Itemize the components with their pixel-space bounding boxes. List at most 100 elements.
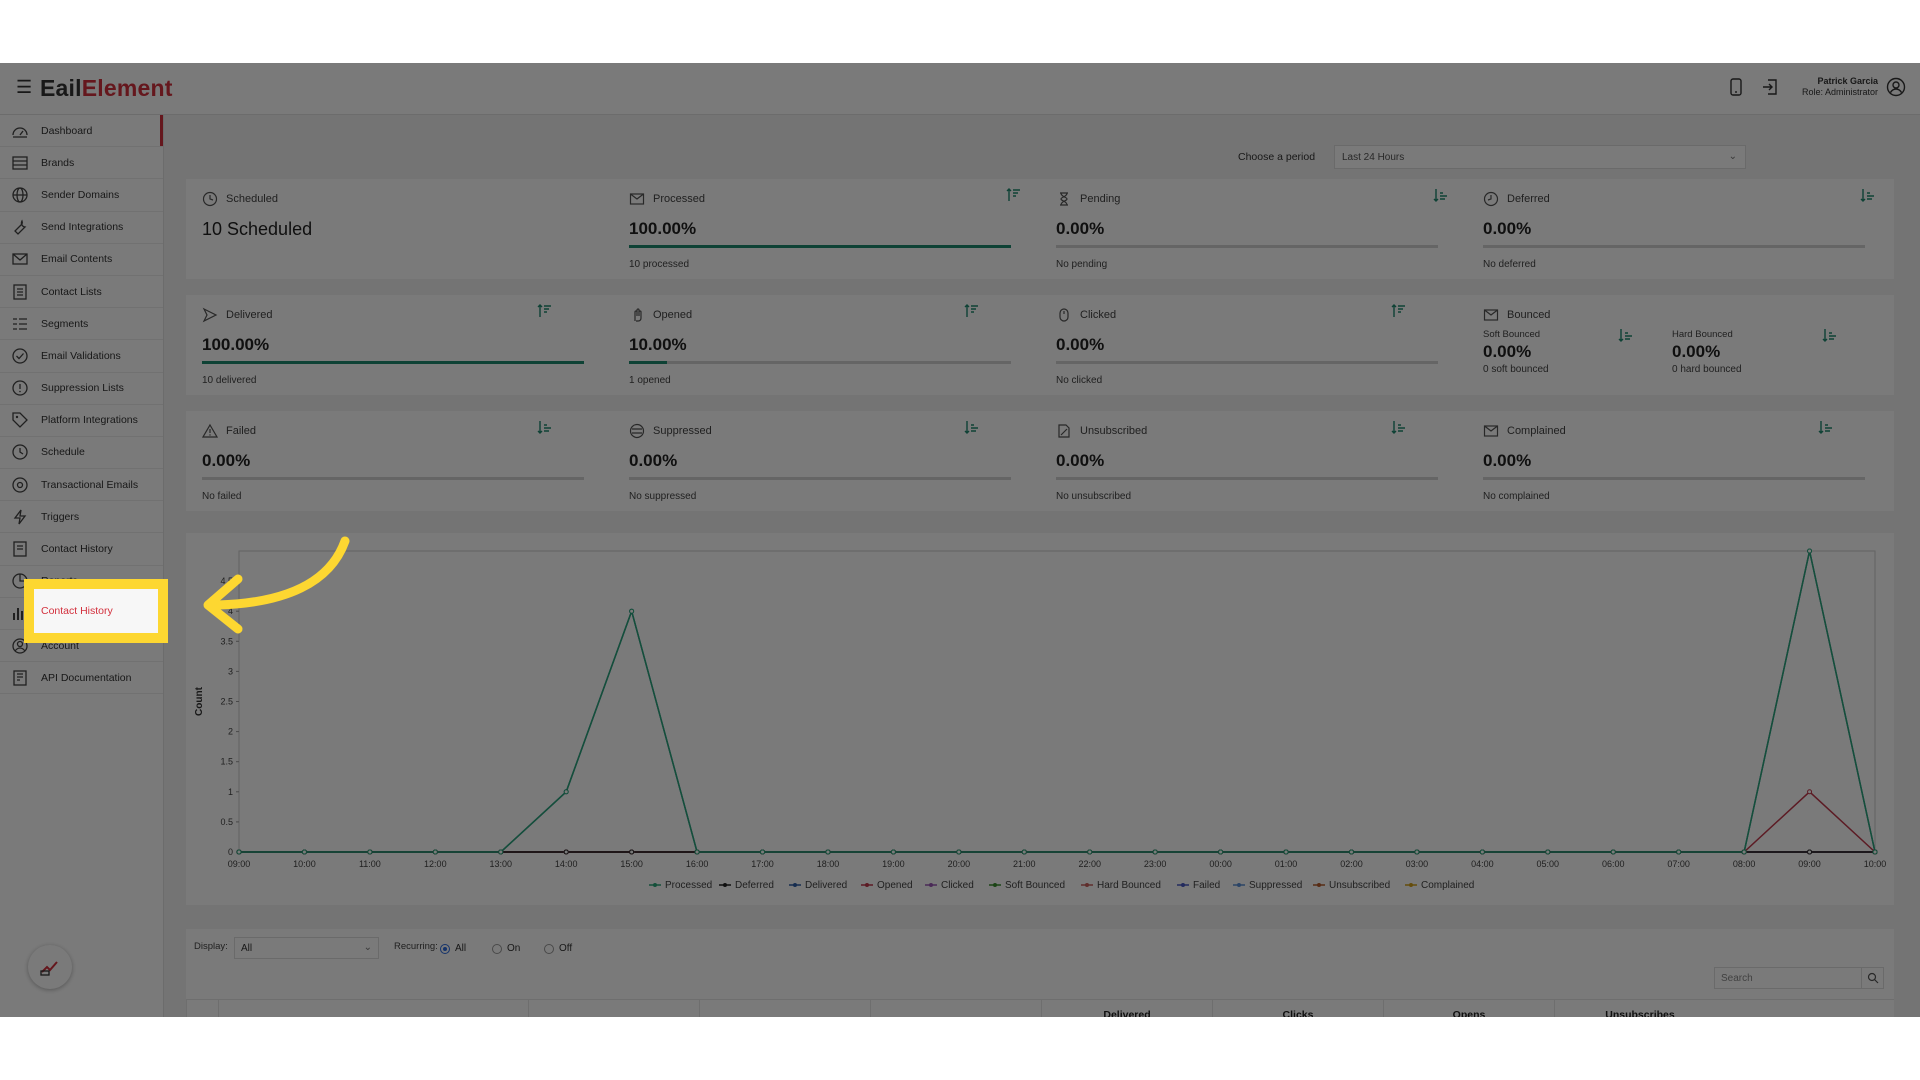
data-point [890, 849, 896, 855]
sort-desc-icon[interactable] [1390, 303, 1406, 319]
hard-bounced-label: Hard Bounced [1672, 329, 1733, 340]
search-icon[interactable] [1861, 968, 1883, 988]
sort-asc-icon[interactable] [1821, 327, 1837, 343]
radio-off[interactable]: Off [544, 943, 572, 954]
mobile-icon[interactable] [1726, 77, 1746, 97]
clock-icon [1483, 191, 1499, 207]
x-tick-label: 10:00 [1864, 859, 1887, 869]
y-tick-label: 0.5 [220, 817, 233, 827]
mail-complaint-icon [1483, 425, 1499, 437]
table-header-cell[interactable]: Clicks [1212, 1000, 1383, 1017]
x-tick-label: 02:00 [1340, 859, 1363, 869]
sidebar-item-suppression-lists[interactable]: Suppression Lists [0, 373, 163, 405]
sidebar-item-platform-integrations[interactable]: Platform Integrations [0, 405, 163, 437]
sidebar-item-schedule[interactable]: Schedule [0, 437, 163, 470]
plot-frame [238, 550, 1876, 853]
hard-bounced: Hard Bounced 0.00% 0 hard bounced [1672, 329, 1832, 375]
series-line-delivered [239, 550, 1876, 853]
logout-icon[interactable] [1760, 77, 1780, 97]
sort-asc-icon[interactable] [536, 419, 552, 435]
sidebar-item-email-contents[interactable]: Email Contents [0, 244, 163, 276]
sort-asc-icon[interactable] [1617, 327, 1633, 343]
tag-icon [12, 412, 28, 429]
card-value: 0.00% [1056, 451, 1105, 470]
radio-all[interactable]: All [440, 943, 466, 954]
sidebar-item-triggers[interactable]: Triggers [0, 501, 163, 534]
progress-bar [629, 361, 1011, 364]
table-header-cell[interactable] [218, 1000, 528, 1017]
sort-asc-icon[interactable] [1859, 187, 1875, 203]
sidebar-item-api-documentation[interactable]: API Documentation [0, 662, 163, 695]
dashboard-icon [12, 126, 28, 138]
data-point [1676, 849, 1682, 855]
sidebar-item-label: Dashboard [41, 124, 93, 137]
legend-label: Clicked [941, 880, 974, 891]
table-header-cell[interactable]: Unsubscribes [1554, 1000, 1725, 1017]
data-point [563, 789, 569, 795]
search-input[interactable]: Search [1714, 967, 1884, 989]
card-delivered: Delivered 100.00% 10 delivered [186, 295, 613, 395]
table-header-cell[interactable]: Opens [1383, 1000, 1554, 1017]
sidebar-item-dashboard[interactable]: Dashboard [0, 115, 163, 148]
radio-label: Off [559, 943, 573, 954]
radio-on[interactable]: On [492, 943, 520, 954]
x-tick-label: 19:00 [882, 859, 905, 869]
history-icon [13, 541, 27, 557]
sidebar-item-send-integrations[interactable]: Send Integrations [0, 212, 163, 244]
card-bounced: Bounced Soft Bounced 0.00% 0 soft bounce… [1467, 295, 1894, 395]
sort-asc-icon[interactable] [1432, 187, 1448, 203]
x-tick-label: 00:00 [1209, 859, 1232, 869]
table-header-cell[interactable] [699, 1000, 870, 1017]
card-unsubscribed: Unsubscribed 0.00% No unsubscribed [1040, 411, 1467, 511]
table-header-cell[interactable]: Delivered [1041, 1000, 1212, 1017]
progress-fill [629, 361, 668, 364]
y-tick-label: 0 [228, 847, 233, 857]
data-point [301, 849, 307, 855]
sort-asc-icon[interactable] [1390, 419, 1406, 435]
period-select[interactable]: Last 24 Hours ⌄ [1334, 145, 1746, 169]
sidebar-item-email-validations[interactable]: Email Validations [0, 340, 163, 373]
sidebar-item-contact-history[interactable]: Contact History [0, 533, 163, 566]
sidebar-item-label: API Documentation [41, 671, 132, 684]
table-header: Delivered Clicks Opens Unsubscribes [186, 999, 1894, 1017]
card-sub: 10 processed [629, 259, 690, 270]
sidebar-item-segments[interactable]: Segments [0, 308, 163, 341]
user-info[interactable]: Patrick Garcia Role: Administrator [1802, 76, 1878, 98]
legend-marker [723, 883, 727, 887]
x-tick-label: 07:00 [1667, 859, 1690, 869]
app-logo[interactable]: EailElement [40, 75, 173, 102]
x-tick-label: 09:00 [228, 859, 251, 869]
sort-asc-icon[interactable] [1817, 419, 1833, 435]
sidebar-item-brands[interactable]: Brands [0, 147, 163, 180]
card-suppressed: Suppressed 0.00% No suppressed [613, 411, 1040, 511]
display-select[interactable]: All ⌄ [234, 937, 379, 959]
user-avatar-icon[interactable] [1886, 77, 1906, 97]
card-value: 100.00% [202, 335, 270, 354]
data-point [1741, 849, 1747, 855]
sidebar-item-transactional-emails[interactable]: Transactional Emails [0, 469, 163, 502]
data-point [498, 849, 504, 855]
sort-desc-icon[interactable] [1005, 187, 1021, 203]
table-header-cell[interactable] [870, 1000, 1041, 1017]
y-tick-label: 1.5 [220, 757, 233, 767]
legend-marker [929, 883, 933, 887]
sort-asc-icon[interactable] [963, 419, 979, 435]
menu-icon[interactable]: ☰ [16, 77, 32, 98]
table-header-cell[interactable] [186, 1000, 218, 1017]
card-value: 0.00% [1056, 335, 1105, 354]
brands-icon [12, 156, 28, 170]
highlight-contact-history[interactable]: Contact History [24, 579, 168, 643]
card-deferred: Deferred 0.00% No deferred [1467, 179, 1894, 279]
period-value: Last 24 Hours [1342, 152, 1405, 163]
sidebar-item-contact-lists[interactable]: Contact Lists [0, 276, 163, 309]
feedback-button[interactable] [28, 945, 72, 989]
y-tick-label: 2 [228, 727, 233, 737]
sort-desc-icon[interactable] [536, 303, 552, 319]
sidebar-item-label: Schedule [41, 446, 85, 459]
table-header-cell[interactable] [528, 1000, 699, 1017]
display-label: Display: [194, 941, 228, 952]
card-sub: No complained [1483, 491, 1550, 502]
stats-row-1: Scheduled 10 Scheduled Processed 100.00%… [186, 179, 1894, 279]
sidebar-item-sender-domains[interactable]: Sender Domains [0, 179, 163, 212]
sort-desc-icon[interactable] [963, 303, 979, 319]
